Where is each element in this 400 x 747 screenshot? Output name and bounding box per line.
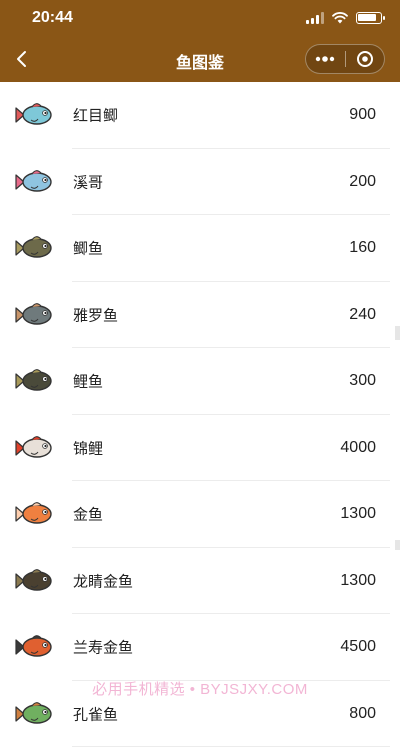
fish-name: 鲤鱼: [73, 371, 103, 392]
fish-row[interactable]: 兰寿金鱼 4500: [0, 614, 400, 681]
fish-icon: [14, 165, 56, 199]
fish-name: 孔雀鱼: [73, 703, 118, 724]
fish-row[interactable]: 雅罗鱼 240: [0, 282, 400, 349]
fish-icon: [14, 431, 56, 465]
fish-price: 1300: [340, 505, 376, 523]
signal-icon: [306, 12, 324, 24]
fish-row[interactable]: 金鱼 1300: [0, 481, 400, 548]
fish-icon: [14, 630, 56, 664]
fish-name: 雅罗鱼: [73, 304, 118, 325]
fish-name: 红目鲫: [73, 105, 118, 126]
fish-price: 300: [349, 372, 376, 390]
scroll-indicator: [395, 326, 400, 340]
fish-price: 200: [349, 173, 376, 191]
target-circle-icon: [356, 50, 374, 68]
fish-price: 800: [349, 705, 376, 723]
more-menu-button[interactable]: [306, 45, 345, 73]
fish-name: 溪哥: [73, 171, 103, 192]
fish-row[interactable]: 溪哥 200: [0, 149, 400, 216]
fish-name: 锦鲤: [73, 437, 103, 458]
fish-list: 红目鲫900溪哥200鲫鱼160雅罗鱼240鲤鱼300锦鲤4000金鱼1300龙…: [0, 82, 400, 747]
fish-row[interactable]: 龙睛金鱼 1300: [0, 548, 400, 615]
fish-price: 4000: [340, 439, 376, 457]
fish-icon: [14, 697, 56, 731]
fish-icon: [14, 298, 56, 332]
battery-level: [358, 14, 376, 21]
watermark: 必用手机精选 • BYJSJXY.COM: [0, 678, 400, 699]
fish-icon: [14, 497, 56, 531]
fish-name: 龙睛金鱼: [73, 570, 133, 591]
fish-price: 1300: [340, 572, 376, 590]
fish-icon: [14, 564, 56, 598]
fish-name: 兰寿金鱼: [73, 637, 133, 658]
mini-program-capsule: [305, 44, 385, 74]
battery-icon: [356, 12, 382, 24]
fish-price: 240: [349, 306, 376, 324]
fish-row[interactable]: 鲤鱼 300: [0, 348, 400, 415]
fish-row[interactable]: 红目鲫 900: [0, 82, 400, 149]
top-bar: 20:44 鱼图鉴: [0, 0, 400, 82]
status-icons: [306, 10, 382, 26]
more-dots-icon: [315, 56, 335, 62]
fish-price: 160: [349, 239, 376, 257]
close-button[interactable]: [346, 45, 385, 73]
fish-icon: [14, 231, 56, 265]
wifi-icon: [332, 12, 348, 24]
scroll-indicator: [395, 540, 400, 550]
fish-row[interactable]: 鲫鱼 160: [0, 215, 400, 282]
fish-price: 4500: [340, 638, 376, 656]
fish-icon: [14, 364, 56, 398]
fish-row[interactable]: 锦鲤 4000: [0, 415, 400, 482]
fish-name: 金鱼: [73, 504, 103, 525]
fish-icon: [14, 98, 56, 132]
status-time: 20:44: [32, 9, 73, 27]
fish-price: 900: [349, 106, 376, 124]
fish-name: 鲫鱼: [73, 238, 103, 259]
